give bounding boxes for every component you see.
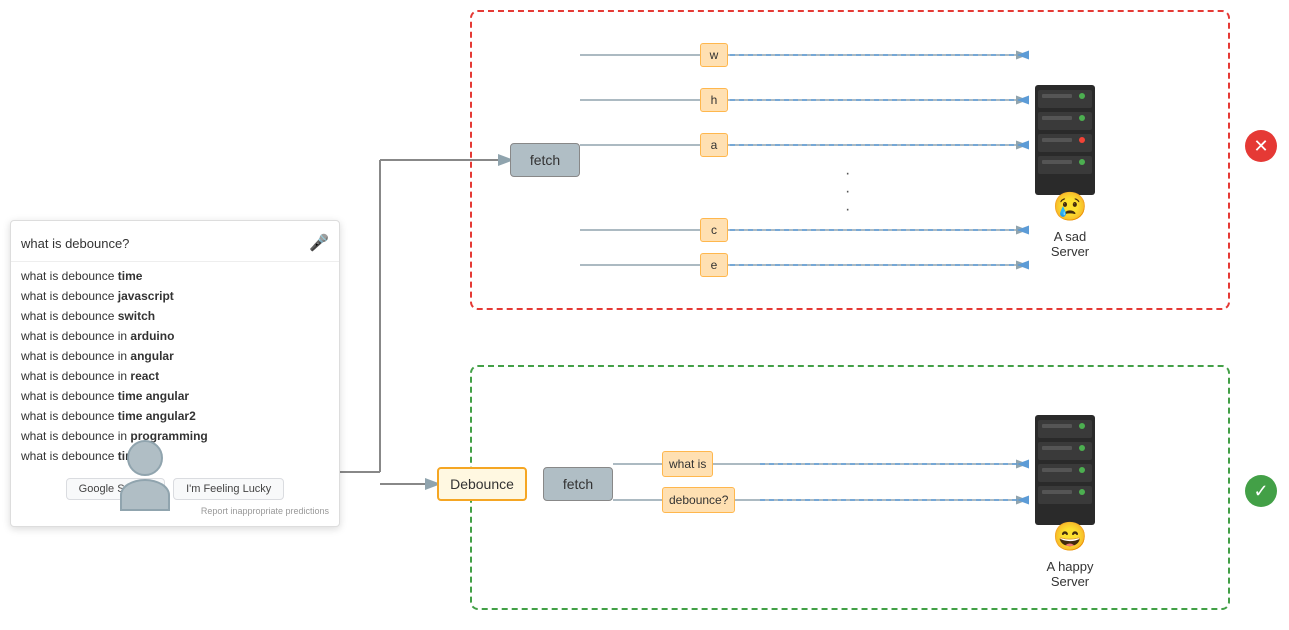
letter-c: c	[700, 218, 728, 242]
suggestion-8[interactable]: what is debounce time angular2	[11, 406, 339, 426]
letter-h: h	[700, 88, 728, 112]
suggestion-3[interactable]: what is debounce switch	[11, 306, 339, 326]
debounce-box: Debounce	[437, 467, 527, 501]
suggestion-5[interactable]: what is debounce in angular	[11, 346, 339, 366]
word-debounce: debounce?	[662, 487, 735, 513]
happy-server-svg	[1030, 410, 1110, 530]
suggestion-9[interactable]: what is debounce in programming	[11, 426, 339, 446]
suggestion-1[interactable]: what is debounce time	[11, 266, 339, 286]
sad-server-container: 😢 A sadServer	[1030, 80, 1110, 259]
feeling-lucky-button[interactable]: I'm Feeling Lucky	[173, 478, 284, 500]
sad-emoji: 😢	[1053, 190, 1088, 223]
report-text: Report inappropriate predictions	[11, 504, 339, 518]
search-box: what is debounce? 🎤 what is debounce tim…	[10, 220, 340, 527]
search-input-row: what is debounce? 🎤	[11, 229, 339, 262]
search-suggestions: what is debounce time what is debounce j…	[11, 262, 339, 470]
fetch-box-bottom: fetch	[543, 467, 613, 501]
dots: ···	[845, 165, 852, 219]
user-figure	[120, 440, 170, 511]
happy-server-label: A happyServer	[1047, 559, 1094, 589]
suggestion-10[interactable]: what is debounce timer	[11, 446, 339, 466]
happy-emoji: 😄	[1053, 520, 1088, 553]
search-buttons: Google Search I'm Feeling Lucky	[11, 470, 339, 504]
word-what-is: what is	[662, 451, 713, 477]
fetch-box-top: fetch	[510, 143, 580, 177]
letter-e: e	[700, 253, 728, 277]
sad-server-label: A sadServer	[1051, 229, 1089, 259]
suggestion-7[interactable]: what is debounce time angular	[11, 386, 339, 406]
user-head	[127, 440, 163, 476]
suggestion-4[interactable]: what is debounce in arduino	[11, 326, 339, 346]
suggestion-6[interactable]: what is debounce in react	[11, 366, 339, 386]
user-body	[120, 479, 170, 511]
sad-server-svg	[1030, 80, 1110, 200]
happy-server-container: 😄 A happyServer	[1030, 410, 1110, 589]
check-icon: ✓	[1245, 475, 1277, 507]
search-query: what is debounce?	[21, 236, 309, 251]
letter-a: a	[700, 133, 728, 157]
red-scenario-box	[470, 10, 1230, 310]
x-icon: ✕	[1245, 130, 1277, 162]
suggestion-2[interactable]: what is debounce javascript	[11, 286, 339, 306]
mic-icon[interactable]: 🎤	[309, 233, 329, 253]
letter-w: w	[700, 43, 728, 67]
